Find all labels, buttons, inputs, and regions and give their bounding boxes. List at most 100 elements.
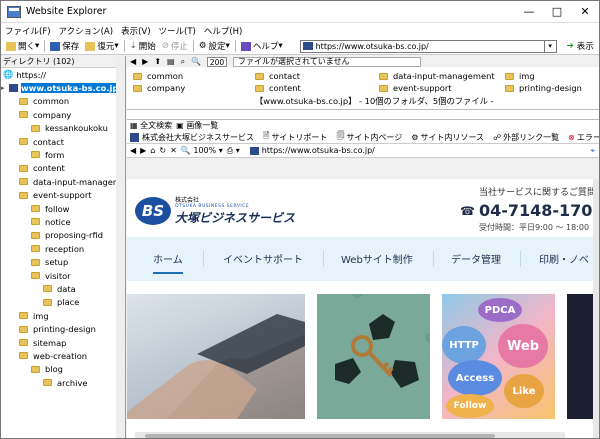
file-item[interactable]: data-input-management xyxy=(379,71,495,81)
file-item[interactable]: contact xyxy=(255,71,300,81)
file-item[interactable]: company xyxy=(133,83,185,93)
dark-image[interactable] xyxy=(567,294,593,419)
close-button[interactable]: ✕ xyxy=(571,1,599,23)
tree-node[interactable]: proposing-rfid xyxy=(31,229,103,242)
browser-back-icon[interactable]: ◀ xyxy=(130,146,136,155)
tree-node[interactable]: contact xyxy=(19,135,64,148)
tree-node[interactable]: reception xyxy=(31,242,84,255)
tree-node[interactable]: kessankoukoku xyxy=(31,122,108,135)
tree-node[interactable]: follow xyxy=(31,202,69,215)
file-name: company xyxy=(147,83,186,93)
tab-errors[interactable]: ⊗エラー一覧 xyxy=(568,132,599,143)
zoom-field[interactable]: 200 xyxy=(207,56,228,67)
restore-button[interactable]: 復元 ▾ xyxy=(82,40,121,52)
file-item[interactable]: img xyxy=(505,71,535,81)
tree-node[interactable]: 🌐 https:// xyxy=(3,68,46,81)
folder-icon xyxy=(31,231,40,239)
save-button[interactable]: 保存 xyxy=(47,40,82,52)
tab-site-report[interactable]: 🗎 サイトリポート xyxy=(263,130,333,144)
tree-node[interactable]: printing-design xyxy=(19,323,96,336)
stop-load-icon[interactable]: ✕ xyxy=(170,146,177,155)
tree-node[interactable]: data xyxy=(43,282,76,295)
social-bubbles-image[interactable]: PDCA HTTP Web Access Like Follow xyxy=(442,294,555,419)
stop-label: 停止 xyxy=(170,42,188,52)
tree-node[interactable]: blog xyxy=(31,363,63,376)
home-icon[interactable]: ⌂ xyxy=(150,146,155,155)
address-bar[interactable]: https://www.otsuka-bs.co.jp/ xyxy=(299,39,545,53)
tree-node[interactable]: web-creation xyxy=(19,349,87,362)
maximize-button[interactable]: □ xyxy=(543,1,571,23)
stop-button[interactable]: ⊘ 停止 xyxy=(159,40,191,52)
zoom-icon: 🔍 xyxy=(191,57,202,66)
tree-node[interactable]: data-input-management xyxy=(19,175,125,188)
tree-node[interactable]: visitor xyxy=(31,269,71,282)
scroll-thumb[interactable] xyxy=(145,434,495,438)
fulltext-search-icon: ▦ xyxy=(130,121,141,130)
handshake-image[interactable] xyxy=(127,294,305,419)
file-item[interactable]: printing-design xyxy=(505,83,582,93)
print-icon[interactable]: ⎙ ▾ xyxy=(227,146,240,156)
tree-node[interactable]: content xyxy=(19,162,65,175)
menu-tools[interactable]: ツール(T) xyxy=(155,25,200,37)
tab-fulltext-label: 全文検索 xyxy=(140,121,173,130)
menu-file[interactable]: ファイル(F) xyxy=(1,25,55,37)
tree-node-label: archive xyxy=(57,377,88,388)
search-icon[interactable]: ⌕ xyxy=(181,57,185,67)
logo-text: 株式会社 OTSUKA BUSINESS SERVICE 大塚ビジネスサービス xyxy=(175,195,295,226)
tree-scrollbar[interactable] xyxy=(116,56,125,438)
menu-view[interactable]: 表示(V) xyxy=(117,25,154,37)
help-button[interactable]: ヘルプ ▾ xyxy=(238,40,286,52)
tree-node[interactable]: common xyxy=(19,95,69,108)
browser-forward-icon[interactable]: ▶ xyxy=(140,146,146,155)
puzzle-key-image[interactable] xyxy=(317,294,430,419)
nav-printing[interactable]: 印刷・ノベ xyxy=(539,251,589,266)
tree-node[interactable]: sitemap xyxy=(19,336,66,349)
tab-fulltext-search[interactable]: ▦ 全文検索 xyxy=(130,120,172,131)
tree-view-icon[interactable]: ▤ xyxy=(167,57,175,66)
tab-site[interactable]: 株式会社大塚ビジネスサービス xyxy=(130,132,260,143)
file-item[interactable]: content xyxy=(255,83,301,93)
folder-icon xyxy=(379,72,388,80)
forward-arrow-icon[interactable]: ▶ xyxy=(142,57,148,66)
crosshair-icon[interactable]: ⌖ xyxy=(590,146,595,156)
menu-action[interactable]: アクション(A) xyxy=(55,25,118,37)
go-button[interactable]: ➔ 表示 xyxy=(567,40,594,52)
page-vertical-scrollbar[interactable] xyxy=(593,179,599,438)
page-horizontal-scrollbar[interactable] xyxy=(135,432,565,438)
tree-node[interactable]: ▸ www.otsuka-bs.co.jp xyxy=(1,81,123,94)
tree-node[interactable]: archive xyxy=(43,376,87,389)
back-arrow-icon[interactable]: ◀ xyxy=(130,57,136,66)
tree-node[interactable]: notice xyxy=(31,215,71,228)
tree-node[interactable]: form xyxy=(31,148,64,161)
nav-event-support[interactable]: イベントサポート xyxy=(223,251,303,266)
tree-node[interactable]: company xyxy=(19,108,71,121)
expand-arrow-icon[interactable]: ▸ xyxy=(1,84,9,92)
file-item[interactable]: event-support xyxy=(379,83,451,93)
tree-node[interactable]: place xyxy=(43,296,79,309)
nav-data-management[interactable]: データ管理 xyxy=(451,251,501,266)
external-links-icon: ☍ xyxy=(493,132,502,142)
tab-image-list[interactable]: ▣ 画像一覧 xyxy=(176,120,218,131)
up-arrow-icon[interactable]: ⬆ xyxy=(154,57,161,66)
site-logo[interactable]: BS 株式会社 OTSUKA BUSINESS SERVICE 大塚ビジネスサー… xyxy=(135,195,295,226)
tab-site-resources[interactable]: ⚙ サイト内リソース xyxy=(411,132,490,143)
refresh-icon[interactable]: ↻ xyxy=(159,146,166,155)
minimize-button[interactable]: — xyxy=(515,1,543,23)
tree-node[interactable]: event-support xyxy=(19,189,91,202)
open-button[interactable]: 開く ▾ xyxy=(3,40,42,52)
address-dropdown-button[interactable]: ▾ xyxy=(544,39,557,53)
nav-web-creation[interactable]: Webサイト制作 xyxy=(341,251,413,266)
menu-help[interactable]: ヘルプ(H) xyxy=(200,25,247,37)
tab-site-pages[interactable]: 🗐 サイト内ページ xyxy=(336,130,408,144)
tab-external-links[interactable]: ☍ 外部リンク一覧 xyxy=(493,132,565,143)
phone-number[interactable]: ☎ 04-7148-170 xyxy=(460,201,592,220)
tree-node[interactable]: setup xyxy=(31,256,68,269)
tree-node[interactable]: img xyxy=(19,309,49,322)
browser-zoom[interactable]: 🔍 100% ▾ xyxy=(181,146,223,155)
main-pane: ◀ ▶ ⬆ ▤ ⌕ 🔍 200 ファイルが選択されていません common co… xyxy=(127,56,599,438)
settings-button[interactable]: ⚙ 設定 ▾ xyxy=(196,40,233,52)
nav-home[interactable]: ホーム xyxy=(153,251,183,274)
file-item[interactable]: common xyxy=(133,71,183,81)
browser-address[interactable]: https://www.otsuka-bs.co.jp/ xyxy=(249,146,375,155)
start-button[interactable]: ⇣ 開始 xyxy=(127,40,159,52)
